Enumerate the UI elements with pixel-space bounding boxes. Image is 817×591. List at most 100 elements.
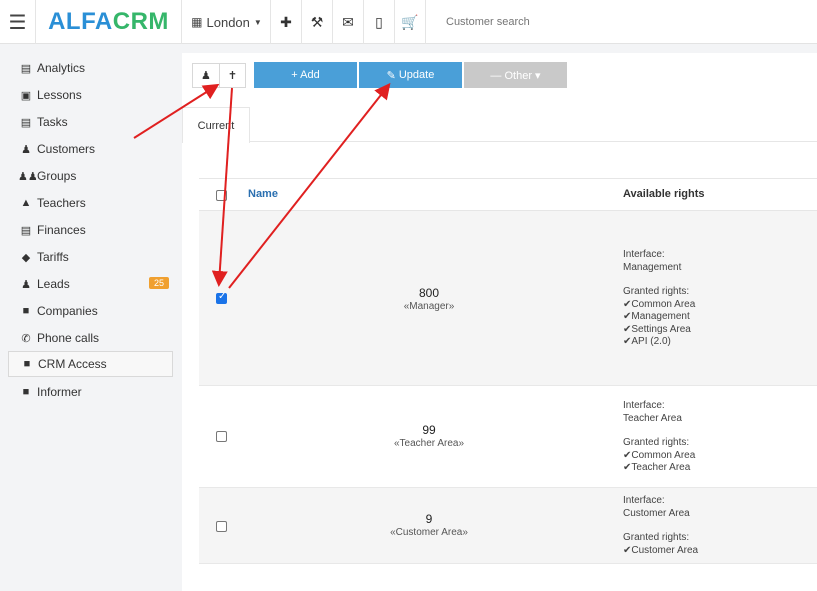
sidebar-item-label: Analytics <box>37 61 86 75</box>
users-icon: ♟♟ <box>18 170 38 183</box>
cart-icon[interactable]: 🛒 <box>395 0 426 44</box>
view-toggle: ♟ ✝ <box>192 63 246 88</box>
search-box[interactable] <box>430 0 817 44</box>
pencil-icon: ✎ <box>386 69 396 82</box>
sidebar-item-companies[interactable]: ■ Companies <box>8 298 173 324</box>
top-bar: ☰ ALFA CRM ▦ London ▼ ✚ ⚒ ✉ ▯ 🛒 <box>0 0 817 44</box>
granted-rights-label: Granted rights: <box>623 437 690 448</box>
sidebar-item-analytics[interactable]: ▤ Analytics <box>8 55 173 81</box>
user-view-icon[interactable]: ♟ <box>193 64 219 87</box>
sidebar-item-label: Lessons <box>37 88 82 102</box>
other-button[interactable]: — Other ▾ <box>464 62 567 88</box>
interface-value: Customer Area <box>623 507 690 519</box>
sidebar-item-label: Customers <box>37 142 96 156</box>
logo[interactable]: ALFA CRM <box>36 0 182 44</box>
table-row[interactable]: 99 «Teacher Area» Interface: Teacher Are… <box>199 386 817 488</box>
user-icon: ♟ <box>21 143 31 156</box>
sidebar-item-groups[interactable]: ♟♟ Groups <box>8 163 173 189</box>
other-button-label: — Other ▾ <box>490 69 541 82</box>
right-item: ✔API (2.0) <box>623 336 671 347</box>
add-button-label: + Add <box>291 69 320 81</box>
row-number: 9 <box>425 512 433 526</box>
wrench-icon[interactable]: ⚒ <box>302 0 333 44</box>
sidebar-item-label: Tasks <box>37 115 68 129</box>
table-header: Name Available rights <box>199 178 817 211</box>
logo-text-crm: CRM <box>112 8 169 35</box>
sidebar-item-phone-calls[interactable]: ✆ Phone calls <box>8 325 173 351</box>
interface-value: Management <box>623 261 682 273</box>
tab-current-label: Current <box>197 119 235 132</box>
sidebar-item-label: CRM Access <box>38 357 107 371</box>
caret-down-icon: ▼ <box>253 17 262 27</box>
interface-label: Interface: <box>623 400 665 411</box>
person-view-icon[interactable]: ✝ <box>218 64 245 87</box>
tag-icon: ◆ <box>21 251 31 264</box>
sidebar-item-label: Tariffs <box>37 250 69 264</box>
graduation-cap-icon: ▲ <box>20 197 32 209</box>
interface-label: Interface: <box>623 249 665 260</box>
sidebar-item-label: Groups <box>37 169 77 183</box>
right-item: ✔Teacher Area <box>623 462 691 473</box>
briefcase-icon: ■ <box>22 305 30 317</box>
row-rights: Interface: Customer Area Granted rights:… <box>623 495 698 557</box>
logo-text-alfa: ALFA <box>48 8 113 35</box>
sidebar-item-lessons[interactable]: ▣ Lessons <box>8 82 173 108</box>
clipboard-icon: ▤ <box>20 116 32 129</box>
right-item: ✔Settings Area <box>623 323 691 335</box>
sidebar-item-label: Teachers <box>37 196 86 210</box>
row-role: «Teacher Area» <box>393 438 465 449</box>
update-button[interactable]: ✎ Update <box>359 62 462 88</box>
select-all-checkbox[interactable] <box>216 190 227 201</box>
book-icon: ■ <box>22 386 30 398</box>
leads-count-badge: 25 <box>148 277 169 289</box>
sidebar: ▤ Analytics ▣ Lessons ▤ Tasks ♟ Customer… <box>0 44 182 591</box>
sidebar-item-teachers[interactable]: ▲ Teachers <box>8 190 173 216</box>
sidebar-item-informer[interactable]: ■ Informer <box>8 379 173 405</box>
customer-search-input[interactable] <box>444 15 744 29</box>
sidebar-item-leads[interactable]: ♟ Leads 25 <box>8 271 173 297</box>
right-item: ✔Common Area <box>623 449 696 461</box>
tab-bar: Current <box>182 107 817 143</box>
sidebar-item-label: Leads <box>37 277 70 291</box>
mobile-icon[interactable]: ▯ <box>364 0 395 44</box>
envelope-icon[interactable]: ✉ <box>333 0 364 44</box>
row-checkbox[interactable] <box>216 521 227 532</box>
column-header-name[interactable]: Name <box>248 188 278 200</box>
user-plus-icon: ♟ <box>21 278 31 291</box>
row-checkbox[interactable] <box>216 291 227 304</box>
sidebar-item-tariffs[interactable]: ◆ Tariffs <box>8 244 173 270</box>
branch-selector[interactable]: ▦ London ▼ <box>183 0 271 44</box>
table-row[interactable]: 9 «Customer Area» Interface: Customer Ar… <box>199 488 817 564</box>
money-icon: ▤ <box>20 224 32 237</box>
column-header-rights: Available rights <box>623 188 705 200</box>
main-panel: ♟ ✝ + Add ✎ Update — Other ▾ Current Nam… <box>182 53 817 591</box>
update-button-label: Update <box>398 69 435 81</box>
interface-value: Teacher Area <box>623 412 682 424</box>
add-button[interactable]: + Add <box>254 62 357 88</box>
lock-icon: ■ <box>23 358 31 370</box>
table-row[interactable]: 800 «Manager» Interface: Management Gran… <box>199 211 817 386</box>
sidebar-item-label: Companies <box>37 304 98 318</box>
right-item: ✔Management <box>623 311 690 322</box>
sidebar-item-label: Informer <box>37 385 82 399</box>
interface-label: Interface: <box>623 495 665 506</box>
sidebar-item-tasks[interactable]: ▤ Tasks <box>8 109 173 135</box>
calendar-icon: ▣ <box>20 89 32 102</box>
hamburger-menu-icon[interactable]: ☰ <box>0 0 36 44</box>
sidebar-item-label: Phone calls <box>37 331 100 345</box>
right-item: ✔Customer Area <box>623 544 699 556</box>
row-rights: Interface: Management Granted rights: ✔C… <box>623 249 695 349</box>
sidebar-item-customers[interactable]: ♟ Customers <box>8 136 173 162</box>
granted-rights-label: Granted rights: <box>623 286 690 297</box>
phone-icon: ✆ <box>21 332 31 345</box>
sidebar-item-crm-access[interactable]: ■ CRM Access <box>8 351 173 377</box>
row-role: «Manager» <box>403 301 455 312</box>
plus-icon[interactable]: ✚ <box>271 0 302 44</box>
row-rights: Interface: Teacher Area Granted rights: … <box>623 400 695 475</box>
row-number: 800 <box>418 286 440 300</box>
building-icon: ▦ <box>191 15 203 29</box>
row-checkbox[interactable] <box>216 431 227 442</box>
tab-current[interactable]: Current <box>182 107 250 143</box>
sidebar-item-finances[interactable]: ▤ Finances <box>8 217 173 243</box>
map-icon: ▤ <box>20 62 32 75</box>
